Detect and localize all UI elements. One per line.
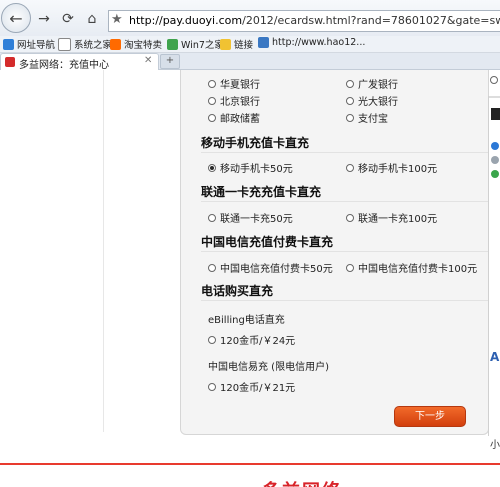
option-phone[interactable]: 120金币/￥24元 xyxy=(208,332,295,347)
bookmarks-bar: 网址导航 系统之家 淘宝特卖 Win7之家 链接 http://www.hao1… xyxy=(0,36,500,53)
win7-icon xyxy=(167,38,178,50)
option-partial[interactable] xyxy=(490,76,500,84)
radio-button[interactable] xyxy=(346,213,354,222)
widget-label: 小 xyxy=(490,440,500,451)
tab-active[interactable]: 多益网络：充值中心 ✕ xyxy=(0,53,159,71)
bookmark-item[interactable]: 链接 xyxy=(220,37,253,51)
option-payment[interactable]: 支付宝 xyxy=(346,110,388,125)
home-button[interactable]: ⌂ xyxy=(82,9,102,29)
forward-arrow-icon: → xyxy=(38,11,50,27)
radio-button[interactable] xyxy=(208,263,216,272)
radio-button[interactable] xyxy=(490,76,498,84)
widget-label: A xyxy=(490,350,500,364)
status-icon xyxy=(491,156,499,164)
link-icon xyxy=(258,37,269,48)
side-widget: A 小 xyxy=(488,96,500,451)
refresh-button[interactable]: ⟳ xyxy=(58,9,78,29)
close-tab-icon[interactable]: ✕ xyxy=(144,55,152,66)
radio-button[interactable] xyxy=(208,79,216,88)
next-button[interactable]: 下一步 xyxy=(394,406,466,427)
option-card[interactable]: 中国电信充值付费卡100元 xyxy=(346,260,477,275)
radio-button[interactable] xyxy=(208,382,216,391)
bookmark-item[interactable]: 系统之家 xyxy=(58,37,112,51)
radio-button[interactable] xyxy=(346,113,354,122)
radio-button[interactable] xyxy=(346,79,354,88)
home-icon: ⌂ xyxy=(87,11,97,27)
option-card[interactable]: 中国电信充值付费卡50元 xyxy=(208,260,333,275)
option-bank[interactable]: 广发银行 xyxy=(346,76,398,91)
chat-icon xyxy=(491,170,499,178)
browser-toolbar: ← → ⟳ ⌂ ★ http://pay.duoyi.com/2012/ecar… xyxy=(0,0,500,37)
option-card[interactable]: 移动手机卡50元 xyxy=(208,160,293,175)
radio-button[interactable] xyxy=(346,263,354,272)
option-bank[interactable]: 光大银行 xyxy=(346,93,398,108)
phone-topup-label: 中国电信易充 (限电信用户) xyxy=(208,362,329,373)
radio-button[interactable] xyxy=(208,335,216,344)
bookmark-item[interactable]: http://www.hao12... xyxy=(258,37,365,48)
option-card[interactable]: 联通一卡充100元 xyxy=(346,210,437,225)
option-card[interactable]: 移动手机卡100元 xyxy=(346,160,437,175)
bookmark-item[interactable]: 淘宝特卖 xyxy=(110,37,162,51)
section-title: 中国电信充值付费卡直充 xyxy=(201,235,334,249)
info-icon xyxy=(491,142,499,150)
payment-panel: 华夏银行 广发银行 北京银行 光大银行 邮政储蓄 支付宝 移动手机充值卡直充 移… xyxy=(180,70,489,435)
radio-button-selected[interactable] xyxy=(208,163,216,172)
taobao-icon xyxy=(110,38,121,50)
divider xyxy=(201,251,488,252)
bookmark-icon xyxy=(3,38,14,50)
back-arrow-icon: ← xyxy=(9,8,23,28)
radio-button[interactable] xyxy=(346,96,354,105)
footer-divider xyxy=(0,463,500,465)
phone-topup-label: eBilling电话直充 xyxy=(208,315,285,326)
divider xyxy=(201,201,488,202)
option-bank[interactable]: 邮政储蓄 xyxy=(208,110,260,125)
radio-button[interactable] xyxy=(208,213,216,222)
site-favicon-icon xyxy=(5,57,15,67)
tab-strip: 多益网络：充值中心 ✕ + xyxy=(0,53,500,71)
page-content: 华夏银行 广发银行 北京银行 光大银行 邮政储蓄 支付宝 移动手机充值卡直充 移… xyxy=(0,70,500,487)
option-bank[interactable]: 华夏银行 xyxy=(208,76,260,91)
back-button[interactable]: ← xyxy=(1,3,31,33)
divider xyxy=(201,300,488,301)
section-title: 联通一卡充充值卡直充 xyxy=(201,185,322,199)
avatar xyxy=(491,108,500,120)
bookmark-item[interactable]: Win7之家 xyxy=(167,37,224,51)
forward-button[interactable]: → xyxy=(34,9,54,29)
tab-title: 多益网络：充值中心 xyxy=(19,60,109,71)
folder-icon xyxy=(220,38,231,50)
document-icon xyxy=(58,37,71,51)
radio-button[interactable] xyxy=(208,96,216,105)
radio-button[interactable] xyxy=(208,113,216,122)
refresh-icon: ⟳ xyxy=(62,11,74,27)
favorite-star-icon[interactable]: ★ xyxy=(111,12,123,27)
radio-button[interactable] xyxy=(346,163,354,172)
divider xyxy=(489,96,500,98)
section-title: 电话购买直充 xyxy=(201,284,274,298)
address-bar[interactable]: ★ http://pay.duoyi.com/2012/ecardsw.html… xyxy=(108,10,500,32)
divider xyxy=(201,152,488,153)
new-tab-button[interactable]: + xyxy=(160,54,180,69)
option-phone[interactable]: 120金币/￥21元 xyxy=(208,379,295,394)
option-card[interactable]: 联通一卡充50元 xyxy=(208,210,293,225)
divider xyxy=(103,70,104,432)
section-title: 移动手机充值卡直充 xyxy=(201,136,310,150)
url-text: http://pay.duoyi.com/2012/ecardsw.html?r… xyxy=(129,14,500,27)
bookmark-item[interactable]: 网址导航 xyxy=(3,37,55,51)
footer-banner: 多益网络 xyxy=(262,477,342,487)
option-bank[interactable]: 北京银行 xyxy=(208,93,260,108)
